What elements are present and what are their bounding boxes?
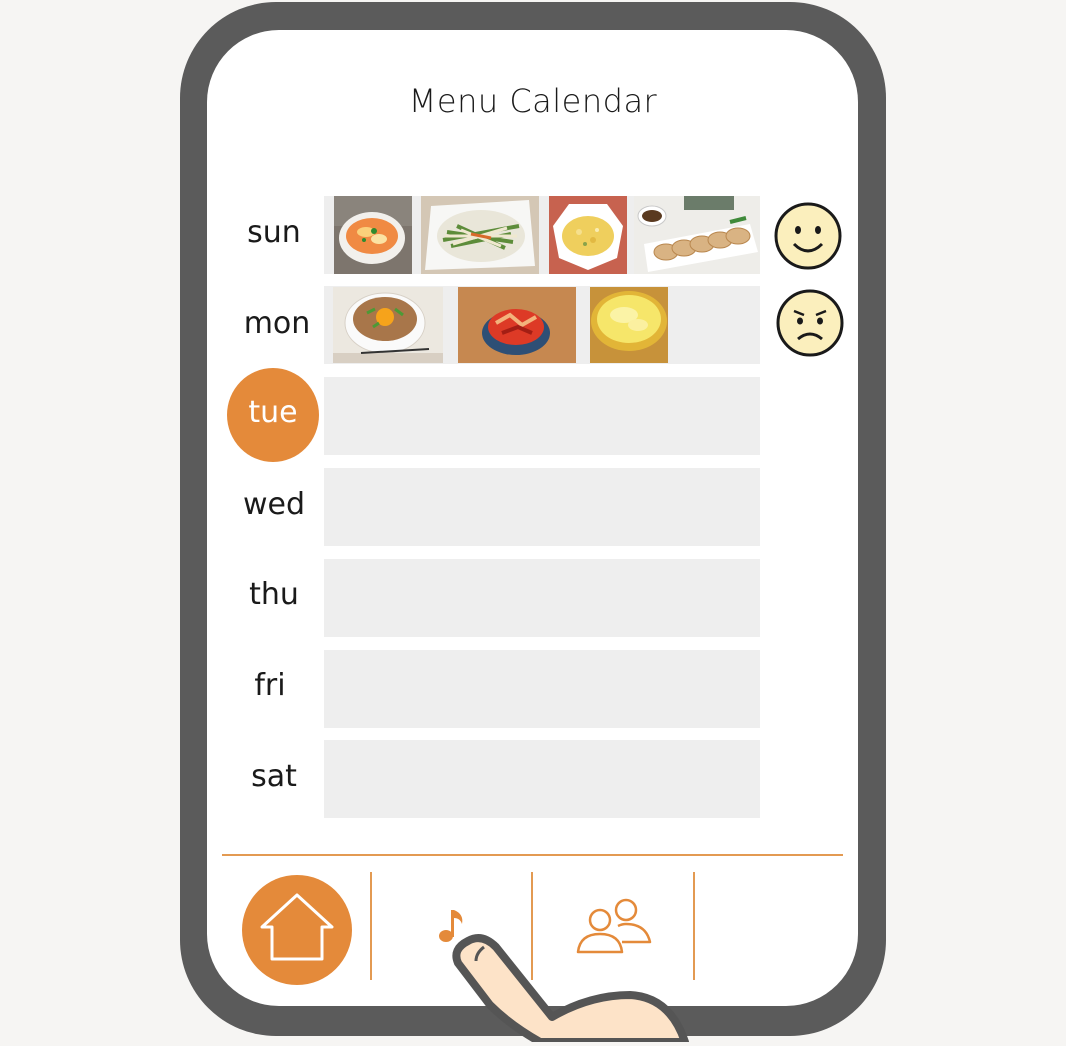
home-icon xyxy=(260,893,334,961)
happy-face-icon[interactable] xyxy=(774,202,842,270)
sad-face-icon[interactable] xyxy=(776,289,844,357)
food-photo-stir-fried-bean-sprouts[interactable] xyxy=(421,196,539,274)
food-photo-corn-soup[interactable] xyxy=(590,287,668,363)
food-photo-egg-soup[interactable] xyxy=(334,196,412,274)
page-title: Menu Calendar xyxy=(408,82,658,120)
day-label-wed[interactable]: wed xyxy=(226,487,322,522)
food-photo-fried-rice[interactable] xyxy=(549,196,627,274)
day-label-sat[interactable]: sat xyxy=(226,759,322,794)
nav-separator xyxy=(370,872,372,980)
day-label-sun[interactable]: sun xyxy=(226,215,322,250)
nav-divider xyxy=(222,854,843,856)
day-label-thu[interactable]: thu xyxy=(226,577,322,612)
pointing-hand-illustration xyxy=(440,925,690,1046)
day-label-fri[interactable]: fri xyxy=(222,668,318,703)
menu-row-fri[interactable] xyxy=(324,650,760,728)
nav-home-button[interactable] xyxy=(242,875,352,985)
food-photo-gyoza[interactable] xyxy=(634,196,760,274)
menu-row-sat[interactable] xyxy=(324,740,760,818)
menu-row-tue[interactable] xyxy=(324,377,760,455)
menu-row-wed[interactable] xyxy=(324,468,760,546)
nav-separator xyxy=(693,872,695,980)
day-label-tue: tue xyxy=(248,395,298,430)
food-photo-rice-bowl-with-egg[interactable] xyxy=(333,287,443,363)
day-label-mon[interactable]: mon xyxy=(229,306,325,341)
day-label-tue-selected[interactable]: tue xyxy=(227,368,319,462)
menu-row-thu[interactable] xyxy=(324,559,760,637)
food-photo-spicy-stir-fry[interactable] xyxy=(458,287,576,363)
